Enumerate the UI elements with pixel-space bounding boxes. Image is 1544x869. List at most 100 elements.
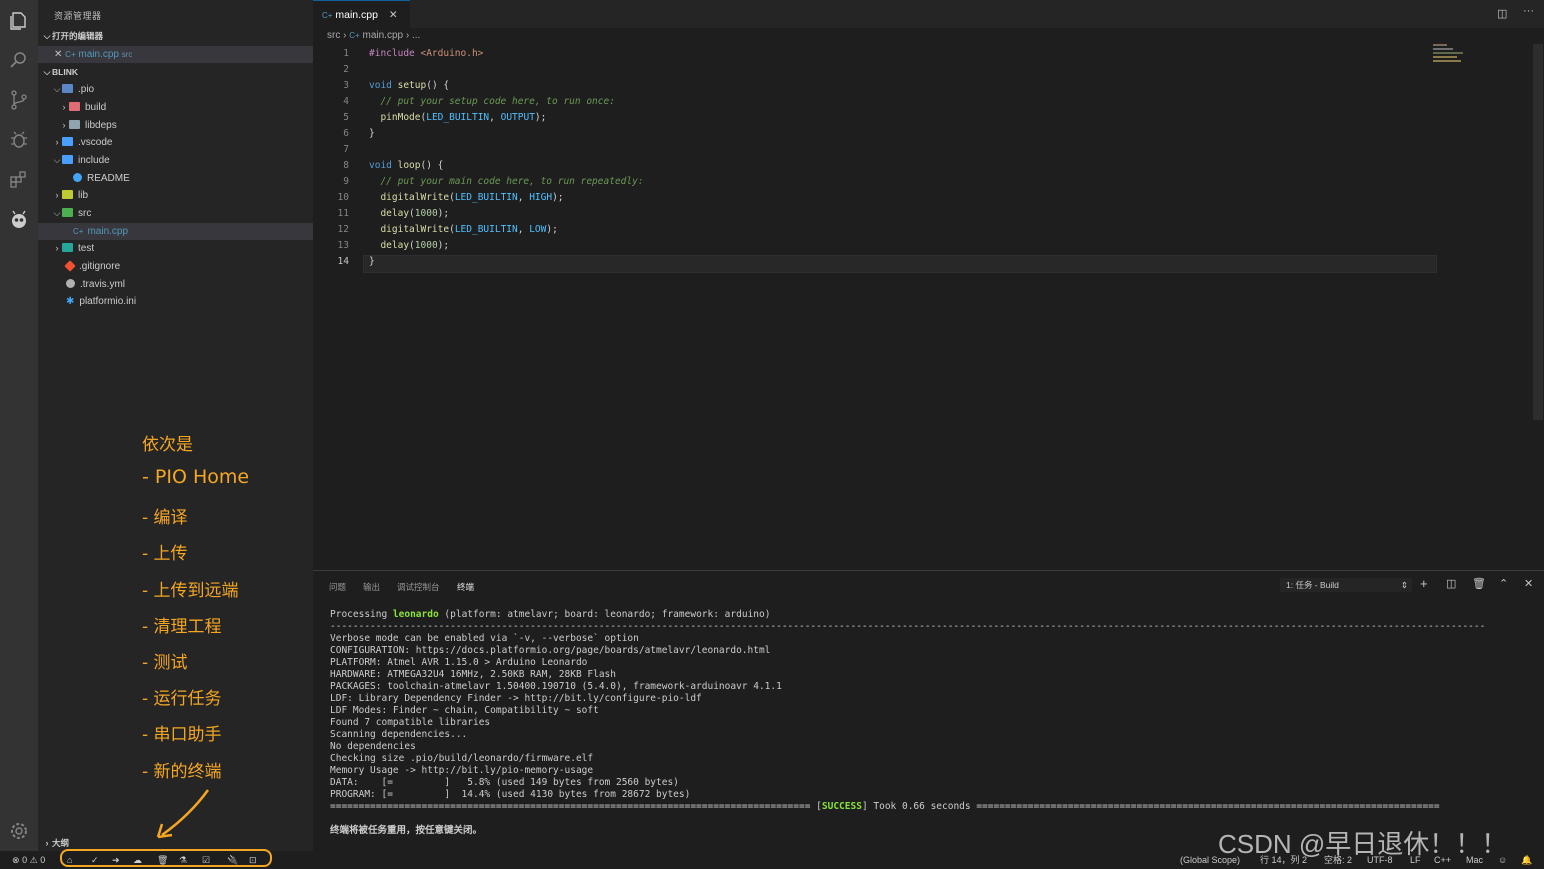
editor-area: C+ main.cpp ✕ ◫ ··· src › C+ main.cpp › … — [313, 0, 1544, 570]
terminal-line: Processing leonardo (platform: atmelavr;… — [330, 609, 771, 620]
split-terminal-icon[interactable]: ◫ — [1446, 577, 1456, 590]
close-icon[interactable]: ✕ — [389, 9, 398, 21]
folder-open-icon — [62, 84, 73, 93]
task-select[interactable]: 1: 任务 - Build ⇕ — [1280, 578, 1412, 592]
annotation-line: 依次是 — [142, 435, 193, 455]
terminal-line: PLATFORM: Atmel AVR 1.15.0 > Arduino Leo… — [330, 657, 588, 668]
annotation-line: - 清理工程 — [142, 617, 222, 637]
chevron-right-icon: › — [62, 120, 66, 130]
tree-item-readme[interactable]: README — [38, 170, 348, 187]
debug-icon[interactable] — [8, 129, 30, 151]
pio-toolbar-highlight — [60, 849, 272, 867]
tree-item-libdeps[interactable]: › libdeps — [38, 117, 334, 134]
gear-icon: ✱ — [66, 296, 75, 307]
explorer-icon[interactable] — [8, 10, 30, 32]
tree-item-travis[interactable]: .travis.yml — [38, 276, 341, 293]
tree-item-platformio-ini[interactable]: ✱ platformio.ini — [38, 293, 341, 310]
chevron-down-icon: ⌵ — [43, 31, 51, 41]
tree-item-main-cpp[interactable]: C+ main.cpp — [38, 223, 348, 240]
line-number: 5 — [343, 112, 349, 123]
tab-debug-console[interactable]: 调试控制台 — [397, 581, 440, 593]
annotation-line: - 新的终端 — [142, 762, 222, 782]
maximize-panel-icon[interactable]: ⌃ — [1499, 577, 1508, 590]
terminal-line: Verbose mode can be enabled via `-v, --v… — [330, 633, 639, 644]
line-number: 7 — [343, 144, 349, 155]
chevron-down-icon: ⌵ — [53, 84, 61, 94]
open-editor-item[interactable]: ✕ C+ main.cpp src — [38, 46, 313, 63]
tab-output[interactable]: 输出 — [363, 581, 380, 593]
bell-icon[interactable]: 🔔 — [1521, 851, 1532, 869]
line-number: 4 — [343, 96, 349, 107]
chevron-down-icon: ⌵ — [53, 208, 61, 218]
search-icon[interactable] — [8, 49, 30, 71]
tab-terminal[interactable]: 终端 — [457, 581, 474, 593]
tree-item-pio[interactable]: ⌵ .pio — [38, 81, 327, 98]
chevron-updown-icon: ⇕ — [1400, 580, 1408, 590]
tree-item-build[interactable]: › build — [38, 99, 334, 116]
error-icon: ⊗ — [12, 855, 20, 865]
code-line: delay(1000); — [369, 240, 450, 251]
tree-item-gitignore[interactable]: .gitignore — [38, 258, 341, 275]
cpp-file-icon: C+ — [322, 11, 333, 20]
settings-gear-icon[interactable] — [8, 820, 30, 842]
folder-open-icon — [62, 155, 73, 164]
terminal-line: ----------------------------------------… — [330, 621, 1486, 632]
tab-bar: C+ main.cpp ✕ ◫ ··· — [313, 0, 1544, 29]
split-editor-icon[interactable]: ◫ — [1497, 7, 1507, 20]
terminal-line: Checking size .pio/build/leonardo/firmwa… — [330, 753, 594, 764]
vertical-scrollbar[interactable] — [1533, 44, 1543, 420]
tree-item-include[interactable]: ⌵ include — [38, 152, 327, 169]
current-line-highlight — [363, 255, 1437, 273]
terminal-line: PACKAGES: toolchain-atmelavr 1.50400.190… — [330, 681, 782, 692]
close-panel-icon[interactable]: ✕ — [1524, 577, 1533, 590]
line-number: 10 — [337, 192, 349, 203]
annotation-line: - 编译 — [142, 508, 188, 528]
activity-bar — [0, 0, 38, 851]
terminal-close-message: 终端将被任务重用，按任意键关闭。 — [330, 825, 483, 836]
terminal-success-line: ========================================… — [330, 801, 1440, 812]
more-actions-icon[interactable]: ··· — [1523, 5, 1534, 17]
open-editors-section[interactable]: ⌵ 打开的编辑器 — [42, 28, 103, 44]
platformio-alien-icon[interactable] — [8, 209, 30, 231]
problems-status[interactable]: ⊗ 0 ⚠ 0 — [12, 851, 45, 869]
terminal-line: Found 7 compatible libraries — [330, 717, 491, 728]
tree-item-test[interactable]: › test — [38, 240, 327, 257]
terminal-panel: 问题 输出 调试控制台 终端 1: 任务 - Build ⇕ + ◫ 🗑 ⌃ ✕ … — [313, 570, 1544, 852]
code-line: // put your setup code here, to run once… — [369, 96, 615, 107]
code-line: pinMode(LED_BUILTIN, OUTPUT); — [369, 112, 547, 123]
folder-icon — [62, 137, 73, 146]
add-terminal-icon[interactable]: + — [1420, 576, 1428, 591]
trash-icon[interactable]: 🗑 — [1472, 577, 1486, 590]
breadcrumb: src › C+ main.cpp › ... — [327, 30, 421, 41]
extensions-icon[interactable] — [8, 169, 30, 191]
tab-problems[interactable]: 问题 — [329, 581, 346, 593]
line-number: 14 — [337, 256, 349, 267]
folder-icon — [69, 102, 80, 111]
tree-item-src[interactable]: ⌵ src — [38, 205, 327, 222]
folder-open-icon — [62, 208, 73, 217]
chevron-right-icon: › — [343, 30, 347, 41]
project-section[interactable]: ⌵ BLINK — [42, 64, 78, 80]
terminal-line: LDF: Library Dependency Finder -> http:/… — [330, 693, 702, 704]
travis-icon — [66, 279, 75, 288]
source-control-icon[interactable] — [8, 89, 30, 111]
cpp-file-icon: C+ — [65, 50, 76, 59]
minimap[interactable] — [1433, 44, 1493, 74]
annotation-line: - 串口助手 — [142, 725, 222, 745]
cpp-file-icon: C+ — [349, 31, 360, 40]
code-line: digitalWrite(LED_BUILTIN, LOW); — [369, 224, 558, 235]
chevron-right-icon: › — [62, 102, 66, 112]
close-icon[interactable]: ✕ — [54, 49, 62, 60]
info-icon — [73, 173, 82, 182]
tab-main-cpp[interactable]: C+ main.cpp ✕ — [313, 0, 410, 29]
code-line: digitalWrite(LED_BUILTIN, HIGH); — [369, 192, 564, 203]
annotation-arrow-icon — [156, 789, 210, 839]
code-line: } — [369, 256, 375, 267]
tree-item-vscode[interactable]: › .vscode — [38, 134, 327, 151]
terminal-line: PROGRAM: [= ] 14.4% (used 4130 bytes fro… — [330, 789, 691, 800]
code-line: #include <Arduino.h> — [369, 48, 484, 59]
chevron-right-icon: › — [55, 243, 59, 253]
tree-item-lib[interactable]: › lib — [38, 187, 327, 204]
code-line: void setup() { — [369, 80, 450, 91]
chevron-right-icon: › — [405, 30, 410, 41]
